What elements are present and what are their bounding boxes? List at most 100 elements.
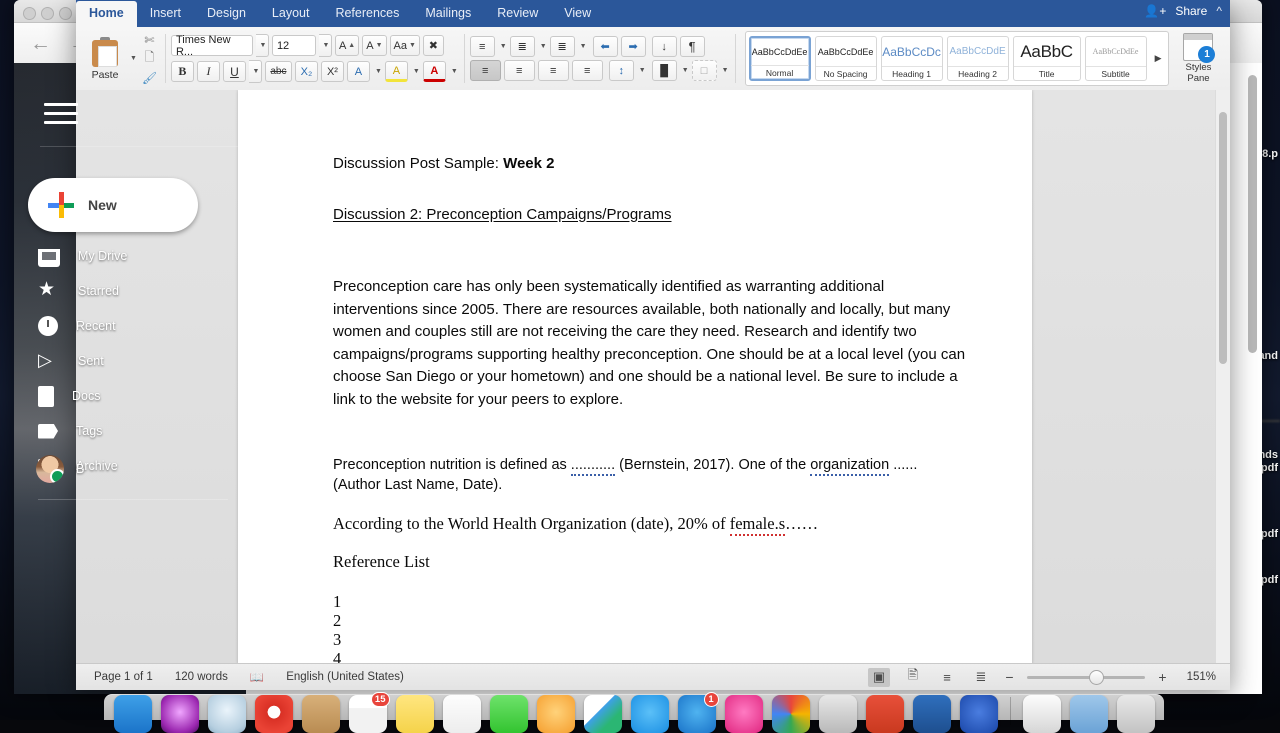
dock-icon-appstore[interactable] [630, 695, 669, 733]
zoom-slider-knob[interactable] [1089, 669, 1104, 685]
tab-mailings[interactable]: Mailings [412, 1, 484, 27]
word-window[interactable]: Home Insert Design Layout References Mai… [76, 0, 1230, 690]
draft-view-icon[interactable]: ≣ [970, 668, 992, 687]
chevron-up-icon[interactable]: ^ [1216, 4, 1222, 18]
print-layout-icon[interactable]: ▣ [868, 667, 890, 687]
back-arrow-icon[interactable]: ← [30, 33, 51, 54]
tab-references[interactable]: References [322, 1, 412, 27]
dock-icon-safari[interactable] [207, 695, 246, 733]
styles-pane-button[interactable]: 1 Styles Pane [1175, 33, 1221, 84]
increase-indent-icon[interactable]: ➡ [620, 36, 646, 57]
dock-icon-messages[interactable] [489, 695, 528, 733]
shading-icon[interactable]: █ [651, 60, 677, 81]
bulleted-list-icon[interactable]: ≡ [469, 36, 495, 57]
sidebar-item-my-drive[interactable]: My Drive [38, 241, 246, 271]
multilevel-list-icon[interactable]: ≣ [549, 36, 575, 57]
shading-caret-icon[interactable]: ▼ [682, 67, 689, 74]
tab-insert[interactable]: Insert [137, 1, 194, 27]
dock-icon-stickies[interactable] [395, 695, 434, 733]
copy-icon[interactable]: 🗋 [140, 50, 159, 67]
subscript-button[interactable]: X₂ [294, 61, 318, 82]
document-page[interactable]: Discussion Post Sample: Week 2 Discussio… [238, 90, 1032, 664]
borders-caret-icon[interactable]: ▼ [722, 67, 729, 74]
dock-icon-finder[interactable] [113, 695, 152, 733]
clear-formatting-icon[interactable]: ✖ [422, 35, 444, 56]
dock-icon-preview[interactable] [583, 695, 622, 733]
dock-icon-calendar[interactable]: 15 [348, 692, 390, 733]
underline-button[interactable]: U [222, 61, 246, 82]
justify-icon[interactable]: ≡ [571, 60, 603, 81]
zoom-level-label[interactable]: 151% [1180, 671, 1216, 683]
sidebar-item-sent[interactable]: ▷ Sent [38, 346, 246, 376]
underline-dropdown-icon[interactable]: ▼ [248, 60, 262, 83]
word-count-label[interactable]: 120 words [175, 671, 228, 683]
dock-icon-colorsync[interactable] [771, 695, 810, 733]
dock-icon-downloads-stack[interactable] [1022, 695, 1061, 733]
paste-dropdown-caret-icon[interactable]: ▼ [130, 55, 137, 62]
bullets-caret-icon[interactable]: ▼ [500, 43, 507, 50]
user-account-row[interactable]: B [36, 455, 84, 483]
style-heading-1[interactable]: AaBbCcDc Heading 1 [880, 36, 943, 81]
font-name-input[interactable]: Times New R... [170, 34, 253, 58]
dock-icon-powerpoint[interactable] [865, 695, 904, 733]
sidebar-item-docs[interactable]: Docs [38, 381, 246, 411]
new-button[interactable]: New [28, 178, 198, 232]
grow-font-button[interactable]: A ▲ [334, 35, 360, 56]
document-canvas[interactable]: Discussion Post Sample: Week 2 Discussio… [76, 90, 1230, 664]
font-color-caret-icon[interactable]: ▼ [451, 68, 458, 75]
shrink-font-button[interactable]: A ▼ [362, 35, 387, 56]
dock-icon-system-preferences[interactable] [818, 695, 857, 733]
zoom-slider[interactable] [1027, 669, 1145, 685]
paintbrush-icon[interactable]: 🖌 [140, 69, 159, 86]
sidebar-item-starred[interactable]: ★ Starred [38, 276, 246, 306]
highlight-caret-icon[interactable]: ▼ [413, 68, 420, 75]
line-spacing-icon[interactable]: ↕ [608, 60, 634, 81]
zoom-in-button[interactable]: + [1157, 669, 1168, 685]
document-scrollbar-thumb[interactable] [1219, 112, 1227, 364]
tab-review[interactable]: Review [484, 1, 551, 27]
change-case-button[interactable]: Aa ▼ [389, 35, 420, 56]
hamburger-menu-icon[interactable] [44, 103, 78, 125]
share-button-label[interactable]: Share [1175, 4, 1207, 18]
superscript-button[interactable]: X² [320, 61, 344, 82]
strikethrough-button[interactable]: abc [264, 61, 292, 82]
paste-button[interactable]: Paste [82, 36, 128, 81]
dock-icon-yahoo[interactable]: 1 [677, 692, 719, 733]
dock-icon-zoom[interactable] [959, 695, 998, 733]
dock-icon-notes[interactable] [442, 695, 481, 733]
text-effects-button[interactable]: A [346, 61, 370, 82]
dock-icon-mail[interactable] [724, 695, 763, 733]
sort-az-icon[interactable]: ↓ [651, 36, 677, 57]
chevron-right-icon[interactable]: ▶ [1151, 53, 1166, 64]
tab-design[interactable]: Design [194, 1, 259, 27]
drive-scrollbar[interactable] [1248, 75, 1257, 353]
tab-layout[interactable]: Layout [259, 1, 323, 27]
desktop-file-label[interactable]: 8.p [1262, 148, 1278, 161]
outline-view-icon[interactable]: ≡ [936, 668, 958, 687]
align-left-icon[interactable]: ≡ [469, 60, 501, 81]
maximize-window-button[interactable] [59, 7, 72, 20]
dock-icon-chrome[interactable] [254, 695, 293, 733]
font-size-dropdown-icon[interactable]: ▼ [318, 34, 332, 57]
style-no-spacing[interactable]: AaBbCcDdEe No Spacing [814, 36, 877, 81]
styles-gallery[interactable]: AaBbCcDdEe Normal AaBbCcDdEe No Spacing … [744, 31, 1170, 86]
macos-dock[interactable]: 15 1 [104, 692, 1164, 733]
font-color-button[interactable]: A [422, 61, 446, 82]
borders-icon[interactable]: □ [691, 60, 717, 81]
align-right-icon[interactable]: ≡ [537, 60, 569, 81]
align-center-icon[interactable]: ≡ [503, 60, 535, 81]
font-name-dropdown-icon[interactable]: ▼ [255, 34, 269, 57]
style-heading-2[interactable]: AaBbCcDdE Heading 2 [946, 36, 1009, 81]
sidebar-item-tags[interactable]: Tags [38, 416, 246, 446]
tab-home[interactable]: Home [76, 1, 137, 27]
dock-icon-trash[interactable] [1116, 695, 1155, 733]
multilevel-caret-icon[interactable]: ▼ [580, 43, 587, 50]
dock-icon-photos[interactable] [536, 695, 575, 733]
dock-icon-itunes[interactable] [160, 695, 199, 733]
proofing-icon[interactable]: 📖 [250, 670, 264, 684]
line-spacing-caret-icon[interactable]: ▼ [639, 67, 646, 74]
document-body[interactable]: Discussion Post Sample: Week 2 Discussio… [333, 153, 970, 664]
document-scrollbar-track[interactable] [1215, 90, 1230, 664]
numbering-caret-icon[interactable]: ▼ [540, 43, 547, 50]
style-normal[interactable]: AaBbCcDdEe Normal [748, 36, 811, 81]
